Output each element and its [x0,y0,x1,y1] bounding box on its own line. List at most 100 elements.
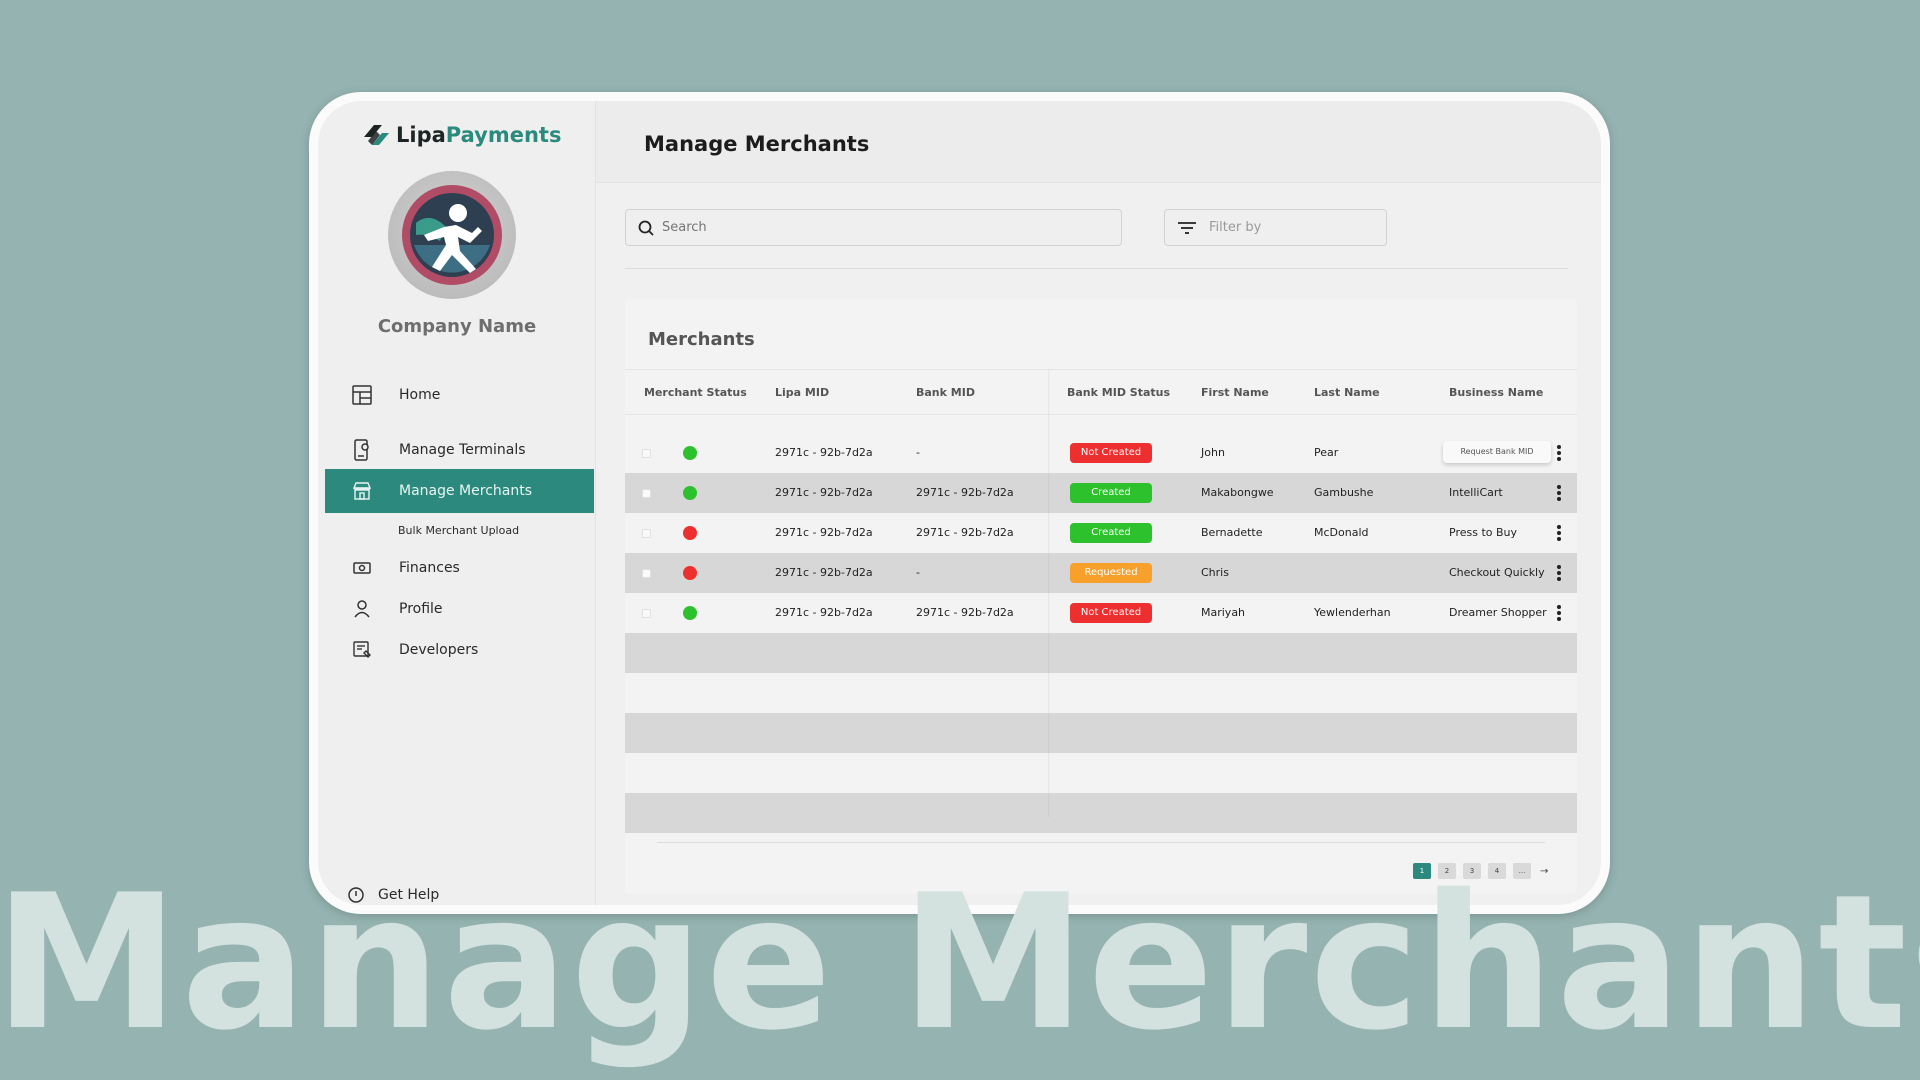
sidebar-item-developers[interactable]: Developers [325,628,594,672]
first-name-cell: Bernadette [1201,526,1263,539]
business-name-cell: IntelliCart [1449,486,1503,499]
lipa-logo-icon [364,125,389,145]
search-icon [638,220,654,236]
last-name-cell: Gambushe [1314,486,1374,499]
business-name-cell: Checkout Quickly [1449,566,1545,579]
column-header-last-name[interactable]: Last Name [1314,386,1380,399]
bank-mid-status-badge: Not Created [1070,443,1152,463]
first-name-cell: Chris [1201,566,1229,579]
column-header-merchant-status[interactable]: Merchant Status [644,386,747,399]
merchant-status-dot [683,486,697,500]
bank-mid-cell: 2971c - 92b-7d2a [916,486,1014,499]
store-icon [351,480,373,502]
sidebar-item-profile[interactable]: Profile [325,587,594,631]
bank-mid-status-badge: Created [1070,523,1152,543]
app-screen: Lipa Payments Company Name Home Manage T… [318,101,1601,905]
dashboard-icon [351,384,373,406]
request-bank-mid-menu-item[interactable]: Request Bank MID [1443,441,1551,463]
empty-row [625,793,1577,833]
sidebar-item-label: Home [399,387,441,403]
sticky-column-shadow [1048,369,1050,817]
lipa-mid-cell: 2971c - 92b-7d2a [775,566,873,579]
merchants-card: Merchants Merchant Status Lipa MID Bank … [625,299,1577,894]
sidebar-item-home[interactable]: Home [325,373,594,417]
last-name-cell: Pear [1314,446,1339,459]
sidebar-item-manage-merchants[interactable]: Manage Merchants [325,469,594,513]
brand-name-part2: Payments [445,123,562,147]
code-doc-icon [351,639,373,661]
lipa-mid-cell: 2971c - 92b-7d2a [775,486,873,499]
bank-mid-cell: 2971c - 92b-7d2a [916,606,1014,619]
row-menu-icon[interactable] [1557,525,1561,541]
sidebar-item-label: Manage Merchants [399,483,533,499]
column-header-bank-mid-status[interactable]: Bank MID Status [1067,386,1170,399]
merchant-status-dot [683,446,697,460]
business-name-cell: Dreamer Shopper [1449,606,1547,619]
table-row[interactable]: 2971c - 92b-7d2a 2971c - 92b-7d2a Not Cr… [625,593,1577,633]
business-name-cell: Press to Buy [1449,526,1518,539]
empty-row [625,713,1577,753]
row-checkbox[interactable] [642,449,651,458]
bank-mid-cell: 2971c - 92b-7d2a [916,526,1014,539]
sidebar: Lipa Payments Company Name Home Manage T… [318,101,596,905]
table-row[interactable]: 2971c - 92b-7d2a - Not Created John Pear… [625,433,1577,473]
table-header: Merchant Status Lipa MID Bank MID Bank M… [625,369,1577,415]
row-checkbox[interactable] [642,609,651,618]
terminal-icon [351,439,373,461]
first-name-cell: Makabongwe [1201,486,1274,499]
watermark-title: Manage Merchants [0,854,1920,1071]
filter-label: Filter by [1209,220,1262,235]
search-box[interactable] [625,209,1122,246]
last-name-cell: McDonald [1314,526,1369,539]
sidebar-item-label: Manage Terminals [399,442,526,458]
empty-row [625,673,1577,713]
row-checkbox[interactable] [642,529,651,538]
bank-mid-status-badge: Not Created [1070,603,1152,623]
user-icon [351,598,373,620]
sidebar-item-label: Developers [399,642,479,658]
empty-row [625,753,1577,793]
column-header-first-name[interactable]: First Name [1201,386,1269,399]
row-menu-icon[interactable] [1557,445,1561,461]
bank-mid-cell: - [916,446,920,459]
company-name: Company Name [377,316,537,337]
table-row[interactable]: 2971c - 92b-7d2a 2971c - 92b-7d2a Create… [625,513,1577,553]
bank-mid-cell: - [916,566,920,579]
page-title: Manage Merchants [644,132,870,156]
lipa-mid-cell: 2971c - 92b-7d2a [775,606,873,619]
merchant-status-dot [683,526,697,540]
brand-logo[interactable]: Lipa Payments [362,123,561,147]
sidebar-subitem-bulk-merchant-upload[interactable]: Bulk Merchant Upload [398,524,519,537]
search-input[interactable] [662,220,1082,235]
row-checkbox[interactable] [642,489,651,498]
sidebar-item-manage-terminals[interactable]: Manage Terminals [325,428,594,472]
filter-dropdown[interactable]: Filter by [1164,209,1387,246]
merchant-status-dot [683,606,697,620]
divider [625,268,1568,269]
row-menu-icon[interactable] [1557,605,1561,621]
sidebar-item-label: Profile [399,601,443,617]
bank-mid-status-badge: Created [1070,483,1152,503]
column-header-bank-mid[interactable]: Bank MID [916,386,975,399]
top-bar: Manage Merchants [596,101,1601,183]
column-header-business-name[interactable]: Business Name [1449,386,1543,399]
row-menu-icon[interactable] [1557,485,1561,501]
empty-row [625,633,1577,673]
column-header-lipa-mid[interactable]: Lipa MID [775,386,829,399]
sidebar-item-label: Finances [399,560,460,576]
table-row[interactable]: 2971c - 92b-7d2a 2971c - 92b-7d2a Create… [625,473,1577,513]
money-icon [351,557,373,579]
first-name-cell: Mariyah [1201,606,1246,619]
filter-icon [1178,221,1196,234]
card-title: Merchants [648,329,755,350]
bank-mid-status-badge: Requested [1070,563,1152,583]
lipa-mid-cell: 2971c - 92b-7d2a [775,526,873,539]
merchant-status-dot [683,566,697,580]
tablet-frame: Lipa Payments Company Name Home Manage T… [309,92,1610,914]
sidebar-item-finances[interactable]: Finances [325,546,594,590]
table-row[interactable]: 2971c - 92b-7d2a - Requested Chris Check… [625,553,1577,593]
row-checkbox[interactable] [642,569,651,578]
avatar[interactable] [388,171,516,299]
company-logo-icon [402,185,502,285]
row-menu-icon[interactable] [1557,565,1561,581]
